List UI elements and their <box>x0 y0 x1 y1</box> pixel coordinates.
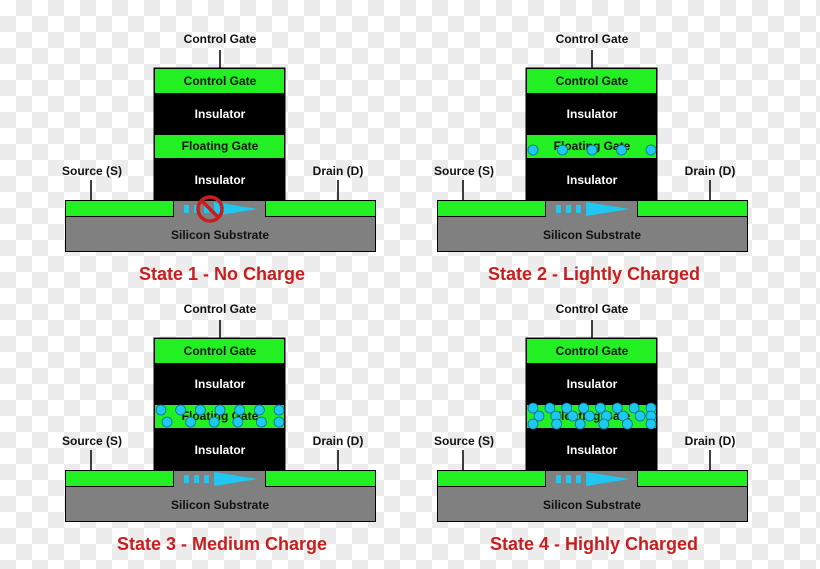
electron <box>273 404 285 416</box>
electron <box>527 144 539 156</box>
electron <box>255 416 267 428</box>
electron <box>586 144 598 156</box>
source-label: Source (S) <box>434 434 494 448</box>
electron <box>208 416 220 428</box>
lower-insulator-label: Insulator <box>567 173 618 187</box>
current-dash <box>566 475 571 483</box>
source-region <box>65 200 174 217</box>
source-label: Source (S) <box>434 164 494 178</box>
drain-region <box>265 470 376 487</box>
control-gate-terminal-label: Control Gate <box>184 32 257 46</box>
control-gate-label: Control Gate <box>184 74 257 88</box>
upper-insulator-label: Insulator <box>567 107 618 121</box>
electron <box>155 404 167 416</box>
upper-insulator-label: Insulator <box>567 377 618 391</box>
upper-insulator-label: Insulator <box>195 377 246 391</box>
current-dash <box>576 205 581 213</box>
source-region <box>437 200 546 217</box>
drain-label: Drain (D) <box>685 164 736 178</box>
electron <box>551 418 563 430</box>
electron <box>214 404 226 416</box>
state-panel-4: Control GateControl GateInsulatorFloatin… <box>434 302 748 554</box>
current-dash <box>566 205 571 213</box>
electron <box>194 404 206 416</box>
electron <box>253 404 265 416</box>
state-panel-3: Control GateControl GateInsulatorFloatin… <box>62 302 376 554</box>
electron <box>232 416 244 428</box>
lower-insulator-label: Insulator <box>195 173 246 187</box>
source-label: Source (S) <box>62 434 122 448</box>
current-dash <box>184 475 189 483</box>
drain-label: Drain (D) <box>313 164 364 178</box>
floating-gate-label: Floating Gate <box>182 139 259 153</box>
electron <box>567 410 579 422</box>
drain-label: Drain (D) <box>313 434 364 448</box>
electron <box>185 416 197 428</box>
electron <box>616 144 627 156</box>
electron <box>161 416 173 428</box>
source-label: Source (S) <box>62 164 122 178</box>
drain-region <box>265 200 376 217</box>
state-panel-2: Control GateControl GateInsulatorFloatin… <box>434 32 748 284</box>
current-dash <box>556 475 561 483</box>
electron <box>634 410 646 422</box>
drain-region <box>637 470 748 487</box>
electron <box>621 418 633 430</box>
state-title: State 1 - No Charge <box>139 264 305 284</box>
lower-insulator-label: Insulator <box>195 443 246 457</box>
electron <box>557 144 568 156</box>
electron <box>598 418 610 430</box>
upper-insulator-label: Insulator <box>195 107 246 121</box>
current-dash <box>184 205 189 213</box>
electron <box>273 416 285 428</box>
electron <box>645 144 657 156</box>
electron <box>574 418 586 430</box>
current-dash <box>576 475 581 483</box>
control-gate-terminal-label: Control Gate <box>556 32 629 46</box>
electron <box>234 404 246 416</box>
electron <box>175 404 187 416</box>
control-gate-label: Control Gate <box>556 74 629 88</box>
current-dash <box>556 205 561 213</box>
control-gate-label: Control Gate <box>184 344 257 358</box>
flash-memory-states-diagram: Control Gate Control Gate Insulator Floatin… <box>62 32 748 554</box>
state-title: State 3 - Medium Charge <box>117 534 327 554</box>
source-region <box>65 470 174 487</box>
current-dash <box>204 475 209 483</box>
substrate-label: Silicon Substrate <box>171 498 269 512</box>
control-gate-terminal-label: Control Gate <box>184 302 257 316</box>
current-dash <box>194 475 199 483</box>
lower-insulator-label: Insulator <box>567 443 618 457</box>
state-title: State 2 - Lightly Charged <box>488 264 700 284</box>
electron <box>645 418 657 430</box>
substrate-label: Silicon Substrate <box>171 228 269 242</box>
substrate-label: Silicon Substrate <box>543 228 641 242</box>
source-region <box>437 470 546 487</box>
electron <box>584 410 595 422</box>
substrate-label: Silicon Substrate <box>543 498 641 512</box>
state-panel-1: Control Gate Control Gate Insulator Floatin… <box>62 32 376 284</box>
drain-region <box>637 200 748 217</box>
control-gate-terminal-label: Control Gate <box>556 302 629 316</box>
control-gate-label: Control Gate <box>556 344 629 358</box>
electron <box>527 418 539 430</box>
drain-label: Drain (D) <box>685 434 736 448</box>
state-title: State 4 - Highly Charged <box>490 534 698 554</box>
